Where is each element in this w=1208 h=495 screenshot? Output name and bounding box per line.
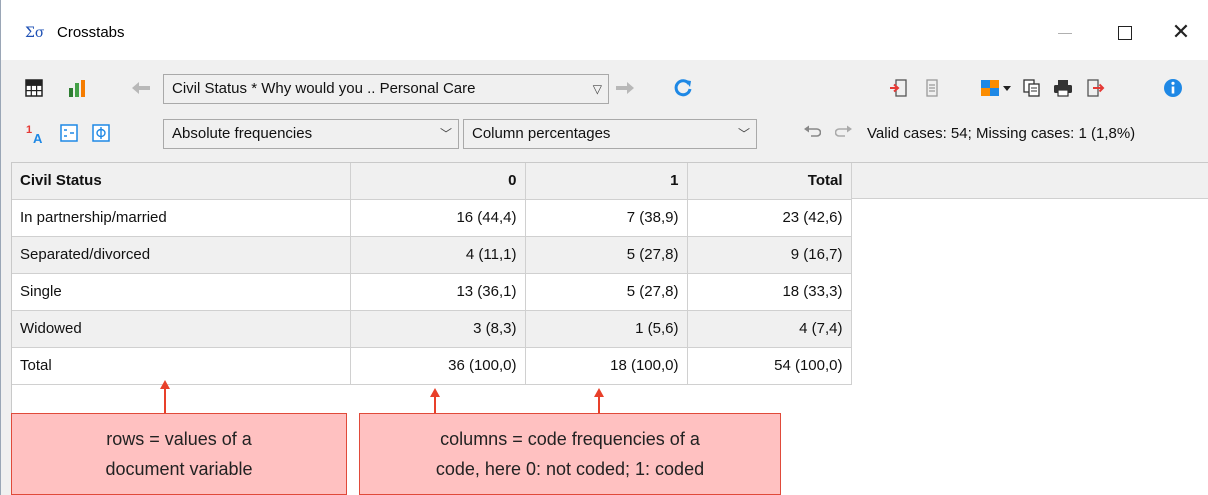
column-header[interactable]: Total: [687, 163, 852, 200]
chart-view-button[interactable]: [67, 77, 89, 99]
row-label: Single: [12, 273, 351, 311]
table-cell: 18 (100,0): [525, 347, 688, 385]
table-row[interactable]: In partnership/married 16 (44,4) 7 (38,9…: [12, 199, 852, 237]
table-cell: 4 (7,4): [687, 310, 852, 348]
grid-icon: [25, 79, 43, 97]
collapse-icon: [60, 124, 78, 142]
callout-columns-line2: code, here 0: not coded; 1: coded: [435, 459, 705, 479]
header-row: Civil Status 0 1 Total: [12, 163, 852, 200]
title-bar: Σσ Crosstabs ✕: [1, 0, 1208, 60]
import-icon: [890, 79, 907, 97]
chevron-down-icon: ▽: [592, 82, 602, 96]
info-icon: [1164, 79, 1182, 97]
refresh-icon: [674, 79, 692, 97]
refresh-button[interactable]: [671, 76, 695, 100]
percentage-value: Column percentages: [472, 125, 611, 142]
table-cell: 5 (27,8): [525, 236, 688, 274]
redo-icon: [835, 125, 852, 137]
export-button[interactable]: [1085, 77, 1107, 99]
table-cell: 13 (36,1): [350, 273, 526, 311]
minimize-icon: [1058, 32, 1072, 34]
table-cell: 54 (100,0): [687, 347, 852, 385]
table-cell: 4 (11,1): [350, 236, 526, 274]
column-header[interactable]: 1: [525, 163, 688, 200]
close-button[interactable]: ✕: [1161, 20, 1201, 46]
row-label: Widowed: [12, 310, 351, 348]
cases-status: Valid cases: 54; Missing cases: 1 (1,8%): [867, 125, 1136, 142]
display-mode-value: Absolute frequencies: [172, 125, 313, 142]
undo-icon: [804, 125, 821, 137]
table-cell: 3 (8,3): [350, 310, 526, 348]
row-label: In partnership/married: [12, 199, 351, 237]
table-row[interactable]: Single 13 (36,1) 5 (27,8) 18 (33,3): [12, 273, 852, 311]
table-cell: 16 (44,4): [350, 199, 526, 237]
callout-rows-line2: document variable: [105, 459, 253, 479]
toolbar-main: Civil Status * Why would you .. Personal…: [1, 72, 1208, 106]
crosstab-table: Civil Status 0 1 Total In partnership/ma…: [12, 163, 852, 385]
row-label: Separated/divorced: [12, 236, 351, 274]
callout-columns-line1: columns = code frequencies of a: [440, 429, 700, 449]
forward-button[interactable]: [613, 77, 637, 99]
row-label: Total: [12, 347, 351, 385]
maximize-button[interactable]: [1105, 20, 1145, 46]
window-title: Crosstabs: [57, 24, 125, 41]
printer-icon: [1054, 80, 1072, 97]
table-row-total[interactable]: Total 36 (100,0) 18 (100,0) 54 (100,0): [12, 347, 852, 385]
transpose-button[interactable]: [921, 77, 943, 99]
copy-icon: [1023, 79, 1040, 97]
table-cell: 23 (42,6): [687, 199, 852, 237]
print-button[interactable]: [1051, 77, 1075, 99]
display-mode-select[interactable]: Absolute frequencies ﹀: [163, 119, 459, 149]
column-header[interactable]: 0: [350, 163, 526, 200]
table-cell: 36 (100,0): [350, 347, 526, 385]
crosstab-select-value: Civil Status * Why would you .. Personal…: [172, 80, 476, 97]
table-row[interactable]: Widowed 3 (8,3) 1 (5,6) 4 (7,4): [12, 310, 852, 348]
table-cell: 9 (16,7): [687, 236, 852, 274]
table-cell: 18 (33,3): [687, 273, 852, 311]
arrow-right-icon: [616, 82, 634, 94]
arrow-left-icon: [132, 82, 150, 94]
chevron-down-icon: ﹀: [737, 127, 750, 141]
crosstabs-window: Σσ Crosstabs ✕ Civil Status * Why would …: [0, 0, 1208, 495]
sort-1a-icon: 1 A: [26, 124, 43, 145]
undo-button[interactable]: [801, 122, 823, 144]
callout-rows-line1: rows = values of a: [106, 429, 252, 449]
chi-square-button[interactable]: [89, 121, 113, 145]
palette-icon: [981, 80, 1011, 96]
close-icon: ✕: [1171, 20, 1191, 45]
color-scheme-button[interactable]: [979, 77, 1013, 99]
callout-rows: rows = values of a document variable: [11, 413, 347, 495]
table-view-button[interactable]: [23, 77, 45, 99]
minimize-button[interactable]: [1045, 20, 1085, 46]
crosstab-select[interactable]: Civil Status * Why would you .. Personal…: [163, 74, 609, 104]
table-cell: 7 (38,9): [525, 199, 688, 237]
phi-icon: [92, 124, 110, 142]
maximize-icon: [1118, 26, 1132, 40]
column-header[interactable]: Civil Status: [12, 163, 351, 200]
export-icon: [1087, 79, 1105, 97]
bar-chart-icon: [69, 80, 85, 97]
import-button[interactable]: [887, 77, 909, 99]
percentage-select[interactable]: Column percentages ﹀: [463, 119, 757, 149]
sort-button[interactable]: 1 A: [23, 121, 49, 147]
table-row[interactable]: Separated/divorced 4 (11,1) 5 (27,8) 9 (…: [12, 236, 852, 274]
info-button[interactable]: [1161, 76, 1185, 100]
copy-button[interactable]: [1021, 77, 1043, 99]
back-button[interactable]: [129, 77, 153, 99]
svg-text:A: A: [33, 131, 43, 145]
table-cell: 5 (27,8): [525, 273, 688, 311]
hide-empty-button[interactable]: [57, 121, 81, 145]
svg-text:1: 1: [26, 124, 32, 136]
table-cell: 1 (5,6): [525, 310, 688, 348]
redo-button[interactable]: [833, 122, 855, 144]
sigma-app-icon: Σσ: [25, 25, 45, 41]
callout-columns: columns = code frequencies of a code, he…: [359, 413, 781, 495]
chevron-down-icon: ﹀: [439, 127, 452, 141]
transpose-icon: [926, 79, 938, 97]
